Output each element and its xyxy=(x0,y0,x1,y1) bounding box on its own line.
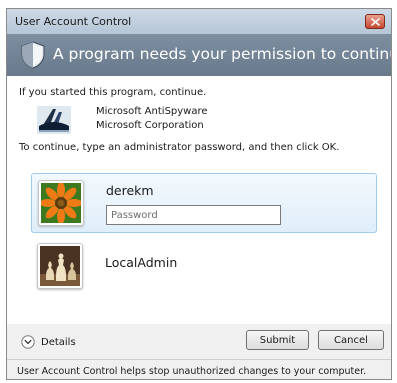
details-label: Details xyxy=(41,336,76,348)
account-tile-localadmin[interactable]: LocalAdmin xyxy=(31,238,377,294)
orange-flower-avatar-icon xyxy=(41,183,81,223)
intro-text: If you started this program, continue. xyxy=(19,87,207,98)
cancel-button[interactable]: Cancel xyxy=(318,330,384,350)
uac-dialog: User Account Control A program needs you… xyxy=(6,8,392,380)
close-icon xyxy=(370,17,380,26)
program-publisher: Microsoft Corporation xyxy=(96,120,204,131)
password-input[interactable] xyxy=(106,205,281,225)
details-toggle[interactable]: Details xyxy=(21,335,76,349)
avatar xyxy=(37,243,83,289)
username-label: LocalAdmin xyxy=(105,255,178,270)
username-label: derekm xyxy=(106,183,154,198)
chess-pieces-avatar-icon xyxy=(40,246,80,286)
antispyware-icon xyxy=(37,106,71,134)
footer-info-text: User Account Control helps stop unauthor… xyxy=(17,366,367,377)
window-title: User Account Control xyxy=(15,15,132,28)
chevron-down-icon xyxy=(21,335,35,349)
header-banner: A program needs your permission to conti… xyxy=(7,34,391,76)
close-button[interactable] xyxy=(365,14,385,29)
footer-separator xyxy=(7,359,391,360)
submit-button[interactable]: Submit xyxy=(246,330,309,350)
header-text: A program needs your permission to conti… xyxy=(53,45,392,63)
shield-icon xyxy=(21,41,45,69)
instructions-text: To continue, type an administrator passw… xyxy=(19,142,340,153)
account-tile-derekm[interactable]: derekm xyxy=(31,173,377,233)
program-name: Microsoft AntiSpyware xyxy=(96,106,208,117)
content-area: If you started this program, continue. M… xyxy=(7,76,391,324)
title-bar: User Account Control xyxy=(7,9,391,35)
avatar xyxy=(38,180,84,226)
footer: Details Submit Cancel User Account Contr… xyxy=(7,324,391,379)
